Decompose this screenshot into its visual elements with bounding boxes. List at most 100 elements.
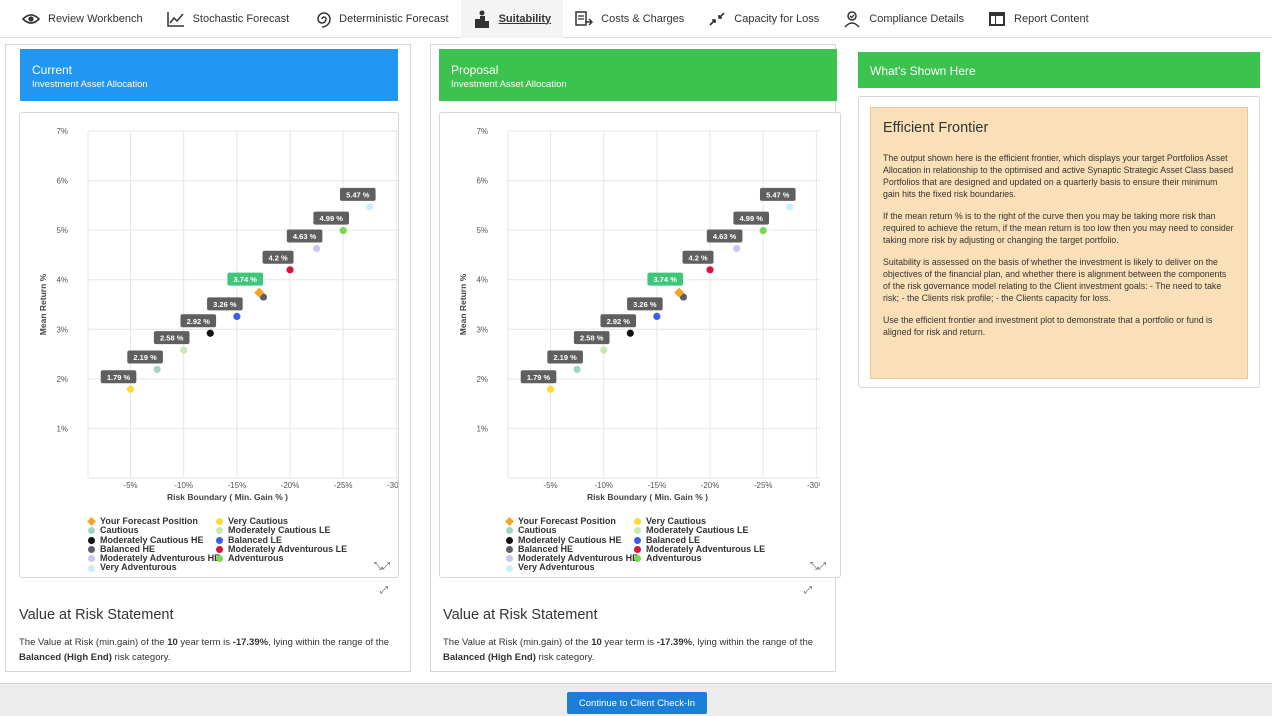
legend-dot-icon bbox=[216, 527, 223, 535]
var-text: The Value at Risk (min.gain) of the 10 y… bbox=[443, 637, 814, 663]
x-tick-label: -20% bbox=[281, 481, 300, 490]
expand-icon[interactable]: ⤡⤢ bbox=[810, 561, 826, 572]
legend-dot-icon bbox=[88, 564, 95, 572]
legend-dot-icon bbox=[634, 555, 641, 563]
info-paragraph: The output shown here is the efficient f… bbox=[883, 153, 1234, 199]
tab-costs-charges[interactable]: Costs & Charges bbox=[563, 0, 696, 38]
data-point-cautious[interactable] bbox=[573, 365, 581, 374]
data-point-moderately-adventurous-le[interactable] bbox=[706, 266, 714, 274]
y-tick-label: 6% bbox=[476, 177, 488, 186]
legend-dot-icon bbox=[216, 536, 223, 544]
legend-item bbox=[634, 563, 762, 572]
podium-icon bbox=[471, 9, 493, 29]
data-point-very-adventurous[interactable] bbox=[366, 203, 374, 211]
x-tick-label: -25% bbox=[334, 481, 353, 490]
legend-dot-icon bbox=[506, 564, 513, 572]
var-text: The Value at Risk (min.gain) of the 10 y… bbox=[19, 637, 390, 663]
chart-grid bbox=[87, 130, 398, 479]
data-point-very-cautious[interactable] bbox=[126, 385, 135, 393]
tab-review-workbench[interactable]: Review Workbench bbox=[10, 0, 155, 38]
data-point-adventurous[interactable] bbox=[759, 227, 767, 235]
expand-icon[interactable]: ⤡⤢ bbox=[374, 561, 390, 572]
collapse-icon[interactable]: ⤢ bbox=[380, 585, 388, 596]
compress-arrows-icon bbox=[706, 9, 728, 29]
collapse-icon[interactable]: ⤢ bbox=[804, 585, 812, 596]
data-point-balanced-le[interactable] bbox=[653, 312, 661, 320]
legend-dot-icon bbox=[88, 555, 95, 563]
proposal-panel: Proposal Investment Asset Allocation 1% 2… bbox=[430, 44, 841, 672]
legend-item[interactable]: Very Adventurous bbox=[88, 563, 216, 572]
data-point-moderately-cautious-le[interactable] bbox=[180, 346, 188, 354]
legend-item[interactable]: Adventurous bbox=[634, 553, 762, 563]
data-point-moderately-adventurous-he[interactable] bbox=[733, 244, 741, 253]
current-subtitle: Investment Asset Allocation bbox=[32, 79, 148, 90]
y-tick-label: 5% bbox=[476, 226, 488, 235]
current-panel: Current Investment Asset Allocation 1% 2%… bbox=[5, 44, 411, 672]
legend-item[interactable]: Adventurous bbox=[216, 553, 344, 564]
data-point-very-adventurous[interactable] bbox=[786, 203, 794, 211]
proposal-chart-box: 1% 2% 3% 4% 5% 6% 7% -5% -10% -15% -20% -25% -30% Ris… bbox=[439, 112, 841, 578]
tab-stochastic-forecast[interactable]: Stochastic Forecast bbox=[155, 0, 302, 38]
line-chart-icon bbox=[165, 9, 187, 29]
data-point-moderately-cautious-he[interactable] bbox=[206, 329, 214, 337]
y-tick-label: 4% bbox=[476, 276, 488, 285]
data-label: 2.92 % bbox=[607, 317, 631, 326]
data-point-cautious[interactable] bbox=[153, 365, 161, 374]
x-tick-label: -10% bbox=[594, 481, 613, 490]
data-label: 4.2 % bbox=[268, 253, 288, 262]
tab-label: Costs & Charges bbox=[601, 12, 685, 25]
diamond-marker-icon bbox=[87, 517, 96, 527]
x-axis-label: Risk Boundary ( Min. Gain % ) bbox=[587, 492, 708, 502]
y-tick-label: 6% bbox=[56, 177, 68, 186]
info-paragraph: Use the efficient frontier and investmen… bbox=[883, 315, 1213, 337]
proposal-efficient-frontier-chart: 1% 2% 3% 4% 5% 6% 7% -5% -10% -15% -20% -25% -30% Ris… bbox=[458, 127, 820, 502]
receipt-icon bbox=[573, 9, 595, 29]
tab-compliance-details[interactable]: Compliance Details bbox=[831, 0, 976, 38]
diamond-marker-icon bbox=[505, 517, 514, 527]
legend-dot-icon bbox=[216, 555, 223, 563]
x-tick-label: -15% bbox=[648, 481, 667, 490]
legend-dot-icon bbox=[88, 527, 95, 535]
info-paragraph: If the mean return % is to the right of … bbox=[883, 211, 1234, 245]
legend-dot-icon bbox=[634, 546, 641, 554]
data-label: 2.58 % bbox=[580, 334, 604, 343]
y-tick-label: 3% bbox=[56, 325, 68, 334]
continue-button[interactable]: Continue to Client Check-In bbox=[567, 692, 707, 714]
var-heading: Value at Risk Statement bbox=[443, 607, 598, 623]
y-tick-label: 1% bbox=[56, 424, 68, 433]
tab-deterministic-forecast[interactable]: Deterministic Forecast bbox=[301, 0, 460, 38]
data-label: 3.26 % bbox=[213, 300, 237, 309]
data-point-moderately-cautious-le[interactable] bbox=[600, 346, 608, 354]
proposal-header: Proposal Investment Asset Allocation bbox=[439, 49, 837, 101]
legend-dot-icon bbox=[634, 518, 641, 526]
data-point-balanced-le[interactable] bbox=[233, 312, 241, 320]
tab-bar: Review Workbench Stochastic Forecast Det… bbox=[0, 0, 1272, 38]
legend-label: Adventurous bbox=[228, 553, 284, 564]
eye-icon bbox=[20, 9, 42, 29]
chart-grid bbox=[507, 130, 820, 479]
var-heading: Value at Risk Statement bbox=[19, 607, 174, 623]
data-label: 1.79 % bbox=[527, 373, 551, 382]
tab-suitability[interactable]: Suitability bbox=[460, 0, 564, 38]
data-point-moderately-cautious-he[interactable] bbox=[626, 329, 634, 337]
spiral-icon bbox=[311, 9, 333, 29]
tab-capacity-for-loss[interactable]: Capacity for Loss bbox=[696, 0, 831, 38]
tab-report-content[interactable]: Report Content bbox=[976, 0, 1101, 38]
layout-icon bbox=[986, 9, 1008, 29]
y-tick-label: 7% bbox=[56, 127, 68, 136]
legend-item[interactable]: Very Adventurous bbox=[506, 563, 634, 572]
proposal-title: Proposal bbox=[451, 63, 499, 77]
y-tick-label: 4% bbox=[56, 276, 68, 285]
data-point-moderately-adventurous-le[interactable] bbox=[286, 266, 294, 274]
x-tick-label: -10% bbox=[174, 481, 193, 490]
current-chart-legend: Your Forecast Position Very Cautious Cauti… bbox=[87, 516, 347, 573]
info-heading: Efficient Frontier bbox=[883, 120, 989, 136]
y-tick-label: 2% bbox=[476, 375, 488, 384]
x-tick-label: -25% bbox=[754, 481, 773, 490]
x-tick-label: -20% bbox=[701, 481, 720, 490]
current-efficient-frontier-chart: 1% 2% 3% 4% 5% 6% 7% -5% -10% -15% -20% -25% -30% Ris… bbox=[38, 127, 398, 502]
whats-shown-title: What's Shown Here bbox=[870, 64, 976, 78]
data-point-very-cautious[interactable] bbox=[546, 385, 555, 393]
data-point-moderately-adventurous-he[interactable] bbox=[313, 244, 321, 253]
data-point-adventurous[interactable] bbox=[339, 227, 347, 235]
